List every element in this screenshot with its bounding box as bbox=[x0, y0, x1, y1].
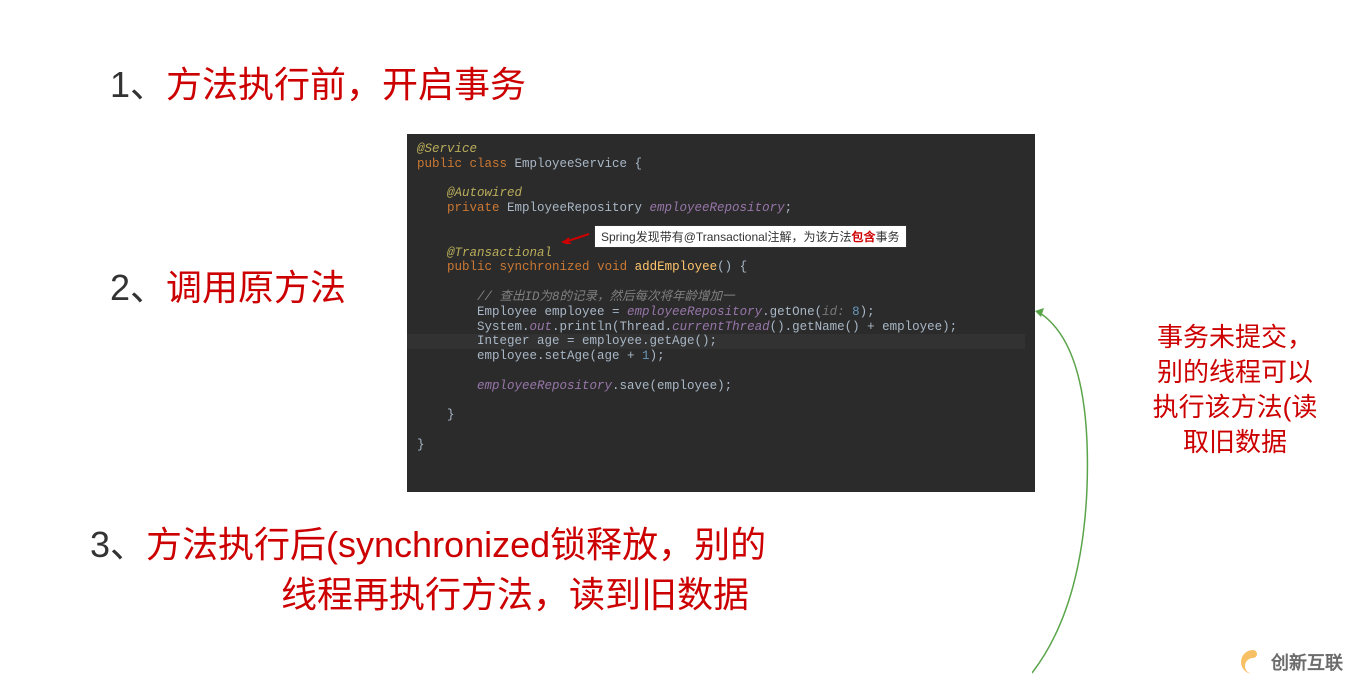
code-block: @Service public class EmployeeService { … bbox=[407, 134, 1035, 492]
side-line3: 执行该方法(读 bbox=[1135, 390, 1335, 425]
code-kw: private bbox=[417, 201, 507, 215]
watermark: 创新互联 bbox=[1239, 648, 1343, 676]
code-transactional: @Transactional bbox=[417, 246, 552, 260]
code-static: out bbox=[530, 320, 553, 334]
watermark-text: 创新互联 bbox=[1271, 649, 1343, 675]
code-punct: ); bbox=[650, 349, 665, 363]
code-number: 8 bbox=[852, 305, 860, 319]
step-3: 3、方法执行后(synchronized锁释放，别的 线程再执行方法，读到旧数据 bbox=[90, 520, 940, 621]
step-1-number: 1、 bbox=[110, 64, 166, 105]
step-2-number: 2、 bbox=[110, 267, 166, 308]
code-var: Employee employee = bbox=[417, 305, 627, 319]
code-text: .println(Thread. bbox=[552, 320, 672, 334]
code-call: .getOne( bbox=[762, 305, 822, 319]
code-text: System. bbox=[417, 320, 530, 334]
code-text bbox=[417, 379, 477, 393]
code-autowired: @Autowired bbox=[417, 186, 522, 200]
step-3-text-line2: 线程再执行方法，读到旧数据 bbox=[90, 570, 940, 620]
code-text: .save(employee); bbox=[612, 379, 732, 393]
code-kw: synchronized bbox=[500, 260, 598, 274]
code-text: employee.setAge(age + bbox=[417, 349, 642, 363]
code-kw: class bbox=[470, 157, 515, 171]
tooltip-prefix: Spring发现带有@Transactional注解，为该方法 bbox=[601, 230, 851, 244]
code-class-name: EmployeeService { bbox=[515, 157, 643, 171]
step-3-text-line1: 方法执行后(synchronized锁释放，别的 bbox=[146, 524, 766, 565]
code-static: currentThread bbox=[672, 320, 770, 334]
code-number: 1 bbox=[642, 349, 650, 363]
code-service-annotation: @Service bbox=[417, 142, 477, 156]
code-brace: } bbox=[417, 408, 455, 422]
step-3-number: 3、 bbox=[90, 524, 146, 565]
code-kw: void bbox=[597, 260, 635, 274]
side-line1: 事务未提交， bbox=[1135, 320, 1335, 355]
code-hint: id: bbox=[822, 305, 852, 319]
code-field: employeeRepository bbox=[477, 379, 612, 393]
code-kw: public bbox=[447, 260, 500, 274]
code-punct: () { bbox=[717, 260, 747, 274]
step-2: 2、调用原方法 bbox=[110, 263, 346, 313]
side-annotation: 事务未提交， 别的线程可以 执行该方法(读 取旧数据 bbox=[1135, 320, 1335, 460]
code-comment: // 查出ID为8的记录，然后每次将年龄增加一 bbox=[417, 290, 735, 304]
code-field: employeeRepository bbox=[650, 201, 785, 215]
step-1: 1、方法执行前，开启事务 bbox=[110, 60, 526, 110]
code-field: employeeRepository bbox=[627, 305, 762, 319]
code-type: EmployeeRepository bbox=[507, 201, 650, 215]
step-1-text: 方法执行前，开启事务 bbox=[166, 64, 526, 105]
side-line4: 取旧数据 bbox=[1135, 425, 1335, 460]
code-method: addEmployee bbox=[635, 260, 718, 274]
step-2-text: 调用原方法 bbox=[166, 267, 346, 308]
tooltip-suffix: 事务 bbox=[875, 230, 899, 244]
watermark-logo-icon bbox=[1239, 648, 1267, 676]
code-punct: ); bbox=[860, 305, 875, 319]
tooltip-annotation: Spring发现带有@Transactional注解，为该方法包含事务 bbox=[594, 225, 907, 248]
arrow-red-icon bbox=[561, 232, 591, 244]
curve-arrow-icon bbox=[1032, 308, 1132, 678]
code-brace: } bbox=[417, 438, 425, 452]
code-text: ().getName() + employee); bbox=[770, 320, 958, 334]
code-kw: public bbox=[417, 157, 470, 171]
side-line2: 别的线程可以 bbox=[1135, 355, 1335, 390]
code-punct: ; bbox=[785, 201, 793, 215]
tooltip-red: 包含 bbox=[851, 230, 875, 244]
code-var-decl: Integer age = employee.getAge(); bbox=[417, 334, 717, 348]
